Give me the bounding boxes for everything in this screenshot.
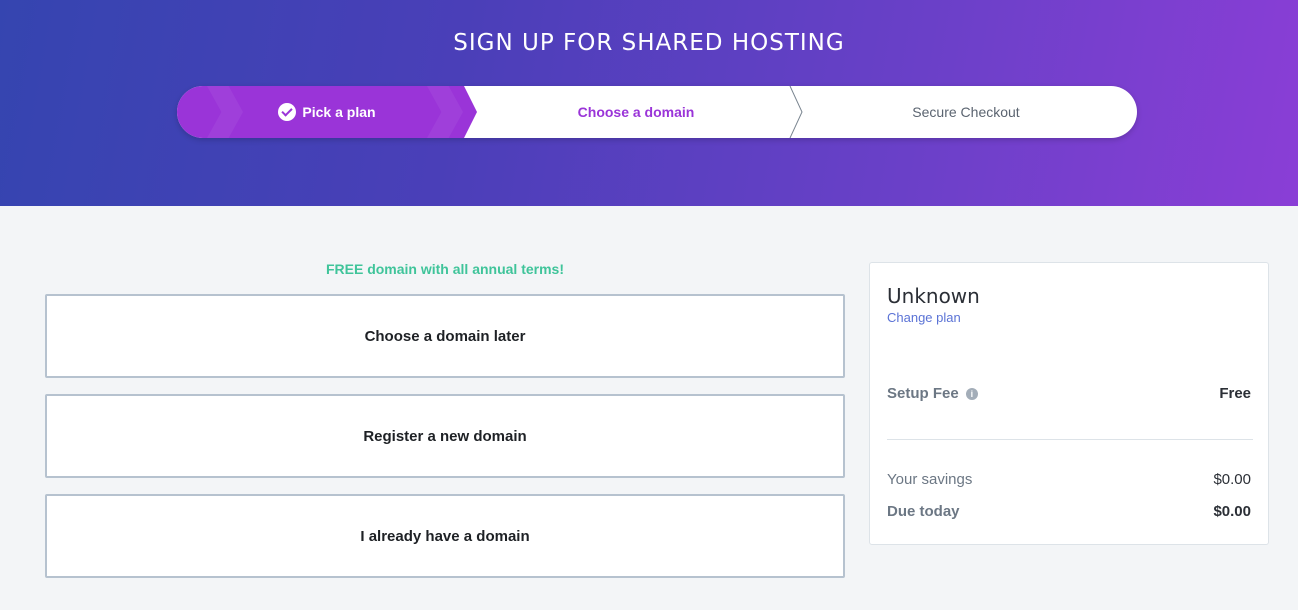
hero-banner: SIGN UP FOR SHARED HOSTING Pick a plan C… (0, 0, 1298, 206)
step-label: Pick a plan (302, 104, 376, 120)
setup-fee-label: Setup Fee i (887, 385, 978, 402)
savings-label: Your savings (887, 471, 973, 488)
step-label: Secure Checkout (912, 104, 1020, 120)
savings-value: $0.00 (1213, 471, 1251, 488)
register-new-domain-button[interactable]: Register a new domain (45, 394, 845, 478)
step-pick-a-plan[interactable]: Pick a plan (177, 86, 477, 138)
step-secure-checkout[interactable]: Secure Checkout (795, 86, 1137, 138)
chevron-decor (207, 86, 243, 138)
free-domain-note: FREE domain with all annual terms! (325, 261, 565, 277)
checkmark-icon (278, 103, 297, 121)
plan-name: Unknown (887, 284, 980, 308)
checkout-stepper: Pick a plan Choose a domain Secure Check… (177, 86, 1137, 138)
due-today-value: $0.00 (1213, 503, 1251, 520)
option-label: Choose a domain later (364, 327, 526, 345)
summary-divider (887, 439, 1253, 440)
step-choose-a-domain[interactable]: Choose a domain (477, 86, 795, 138)
change-plan-link[interactable]: Change plan (887, 310, 961, 325)
step-label: Choose a domain (577, 104, 695, 120)
info-icon[interactable]: i (965, 388, 978, 401)
option-label: I already have a domain (360, 527, 530, 545)
option-label: Register a new domain (363, 427, 527, 445)
page-title: SIGN UP FOR SHARED HOSTING (453, 30, 845, 56)
choose-domain-later-button[interactable]: Choose a domain later (45, 294, 845, 378)
setup-fee-text: Setup Fee (887, 385, 959, 402)
existing-domain-button[interactable]: I already have a domain (45, 494, 845, 578)
chevron-decor (427, 86, 463, 138)
due-today-label: Due today (887, 503, 960, 520)
setup-fee-value: Free (1219, 385, 1251, 402)
order-summary: Unknown Change plan Setup Fee i Free You… (869, 262, 1269, 545)
